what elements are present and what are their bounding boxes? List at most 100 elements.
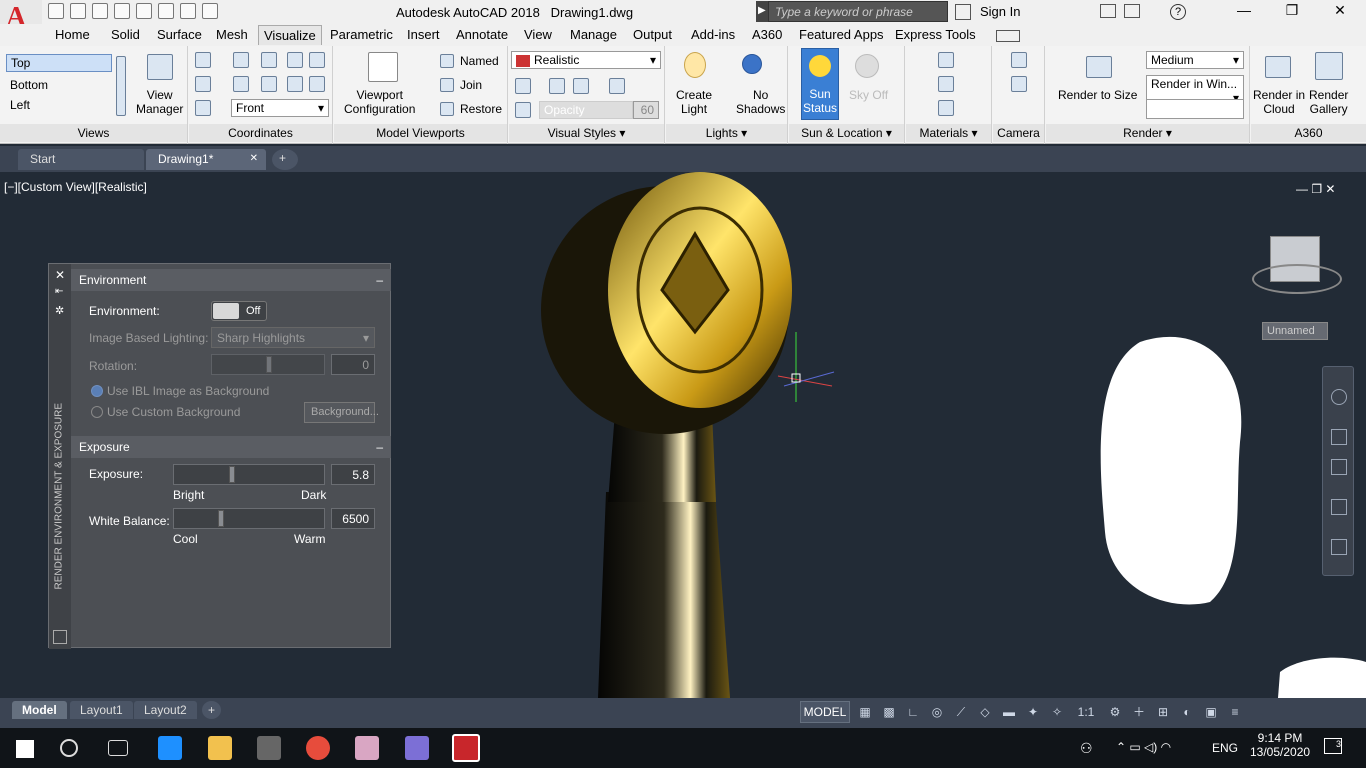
ucs-x-icon[interactable] — [261, 52, 277, 68]
render-cloud-icon[interactable] — [1265, 56, 1291, 78]
ibl-background-option[interactable]: Use IBL Image as Background — [107, 384, 269, 398]
tab-express-tools[interactable]: Express Tools — [895, 27, 976, 42]
tray-icons[interactable]: ⌃ ▭ ◁) ◠ — [1116, 740, 1171, 754]
calculator-icon[interactable] — [257, 736, 281, 760]
layout1-tab[interactable]: Layout1 — [70, 701, 133, 719]
ucs-z-icon[interactable] — [287, 76, 303, 92]
environment-toggle[interactable]: Off — [211, 301, 267, 321]
autocad-taskbar-icon[interactable] — [452, 734, 480, 762]
materials-attach-icon[interactable] — [938, 76, 954, 92]
new-tab-button[interactable]: + — [272, 149, 298, 170]
search-taskbar-icon[interactable] — [60, 739, 78, 757]
materials-browser-icon[interactable] — [938, 52, 954, 68]
front-view-dropdown[interactable]: Front ▾ — [231, 99, 329, 117]
customization-menu-icon[interactable]: ≡ — [1225, 701, 1245, 723]
view-manager-icon[interactable] — [147, 54, 173, 80]
quick-properties-icon[interactable]: ◐ — [1177, 701, 1197, 723]
camera-view-icon[interactable] — [1011, 76, 1027, 92]
redo-icon[interactable] — [180, 3, 196, 19]
sky-off-icon[interactable] — [855, 54, 879, 78]
a360-icon[interactable] — [1124, 4, 1140, 18]
help-icon[interactable]: ? — [1170, 4, 1186, 20]
tab-insert[interactable]: Insert — [407, 27, 440, 42]
white-balance-value[interactable]: 6500 — [331, 508, 375, 529]
custom-background-radio[interactable] — [91, 406, 103, 418]
visual-style-dropdown[interactable]: Realistic ▾ — [511, 51, 661, 69]
search-input[interactable]: Type a keyword or phrase — [768, 1, 948, 22]
render-gallery-button[interactable]: Render Gallery — [1309, 88, 1348, 116]
osnap-icon[interactable]: ◇ — [975, 701, 995, 723]
tab-a360[interactable]: A360 — [752, 27, 782, 42]
pan-icon[interactable] — [1331, 429, 1347, 445]
undo-icon[interactable] — [158, 3, 174, 19]
render-preset-icon[interactable] — [1146, 99, 1244, 119]
cart-icon[interactable] — [1100, 4, 1116, 18]
plot-icon[interactable] — [136, 3, 152, 19]
model-space-button[interactable]: MODEL — [800, 701, 850, 723]
ucs-object-icon[interactable] — [309, 52, 325, 68]
opacity-icon[interactable] — [515, 102, 531, 118]
create-light-button[interactable]: Create Light — [676, 88, 712, 116]
ibl-background-radio[interactable] — [91, 385, 103, 397]
view-left[interactable]: Left — [10, 98, 30, 112]
ucs-origin-icon[interactable] — [195, 76, 211, 92]
zoom-icon[interactable] — [1331, 459, 1347, 475]
tab-surface[interactable]: Surface — [157, 27, 202, 42]
viewport-controls-label[interactable]: [−][Custom View][Realistic] — [4, 180, 147, 194]
ucs-icon[interactable] — [195, 52, 211, 68]
environment-section-header[interactable]: Environment – — [71, 269, 391, 291]
isolate-icon[interactable]: ▣ — [1201, 701, 1221, 723]
steering-wheel-icon[interactable] — [1331, 389, 1347, 405]
add-layout-button[interactable]: + — [202, 701, 222, 719]
join-button[interactable]: Join — [460, 78, 482, 92]
render-quality-dropdown[interactable]: Medium ▾ — [1146, 51, 1244, 69]
ucs-y-icon[interactable] — [261, 76, 277, 92]
showmotion-icon[interactable] — [1331, 539, 1347, 555]
viewport-configuration-button[interactable]: Viewport Configuration — [344, 88, 415, 116]
no-shadows-button[interactable]: No Shadows — [736, 88, 785, 116]
start-tab[interactable]: Start — [18, 149, 144, 170]
search-expand-icon[interactable]: ▶ — [756, 1, 768, 22]
view-bottom[interactable]: Bottom — [10, 78, 48, 92]
rotation-value[interactable]: 0 — [331, 354, 375, 375]
tab-output[interactable]: Output — [633, 27, 672, 42]
sky-off-button[interactable]: Sky Off — [849, 88, 888, 102]
units-icon[interactable]: ⊞ — [1153, 701, 1173, 723]
render-teapot-icon[interactable] — [1086, 56, 1112, 78]
palette-autohide-icon[interactable]: ⇤ — [55, 286, 63, 297]
ucs-3point-icon[interactable] — [309, 76, 325, 92]
notifications-icon[interactable]: 3 — [1324, 738, 1342, 754]
tab-manage[interactable]: Manage — [570, 27, 617, 42]
file-explorer-icon[interactable] — [208, 736, 232, 760]
palette-close-icon[interactable]: ✕ — [55, 268, 65, 282]
named-button[interactable]: Named — [460, 54, 499, 68]
ibl-dropdown[interactable]: Sharp Highlights ▾ — [211, 327, 375, 348]
ortho-icon[interactable]: ∟ — [903, 701, 923, 723]
white-balance-slider-thumb[interactable] — [218, 510, 224, 527]
scale-dropdown[interactable]: 1:1 — [1071, 701, 1101, 723]
create-camera-icon[interactable] — [1011, 52, 1027, 68]
tab-solid[interactable]: Solid — [111, 27, 140, 42]
white-balance-slider[interactable] — [173, 508, 325, 529]
ucs-view-icon[interactable] — [287, 52, 303, 68]
tab-view[interactable]: View — [524, 27, 552, 42]
opacity-value[interactable]: 60 — [633, 101, 659, 119]
ucs-world-icon[interactable] — [233, 52, 249, 68]
annotation-monitor-icon[interactable]: ＋ — [1129, 701, 1149, 723]
annotation-scale-icon[interactable]: ✧ — [1047, 701, 1067, 723]
layout2-tab[interactable]: Layout2 — [134, 701, 197, 719]
tab-mesh[interactable]: Mesh — [216, 27, 248, 42]
create-light-icon[interactable] — [684, 52, 706, 78]
join-icon[interactable] — [440, 78, 454, 92]
annotation-visibility-icon[interactable]: ✦ — [1023, 701, 1043, 723]
chrome-icon[interactable] — [306, 736, 330, 760]
exposure-slider-thumb[interactable] — [229, 466, 235, 483]
save-icon[interactable] — [92, 3, 108, 19]
environment-collapse-icon[interactable]: – — [376, 273, 383, 287]
open-icon[interactable] — [70, 3, 86, 19]
close-button[interactable]: ✕ — [1316, 2, 1364, 19]
polar-icon[interactable]: ◎ — [927, 701, 947, 723]
edge-effects-icon[interactable] — [515, 78, 531, 94]
language-indicator[interactable]: ENG — [1212, 741, 1238, 755]
binoculars-icon[interactable] — [955, 4, 971, 20]
